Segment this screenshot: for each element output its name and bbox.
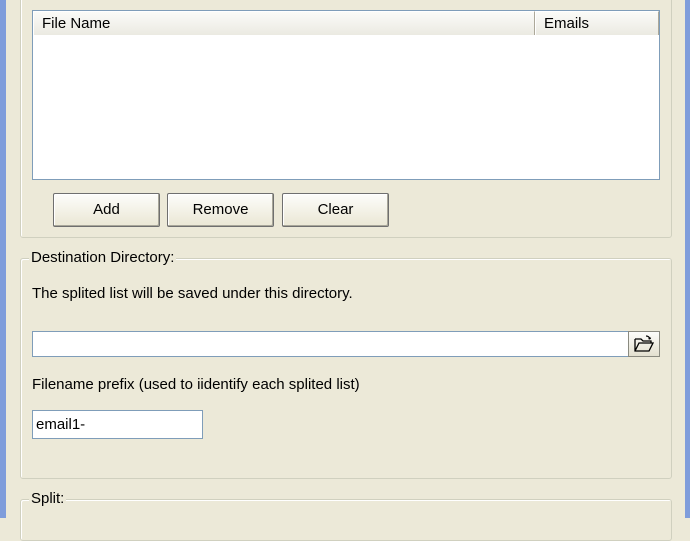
open-folder-icon [634,335,654,352]
split-group-title: Split: [29,490,67,507]
add-button[interactable]: Add [53,193,160,227]
destination-description: The splited list will be saved under thi… [32,285,353,302]
clear-button[interactable]: Clear [282,193,389,227]
file-list-header: File Name Emails [33,11,659,35]
browse-folder-button[interactable] [628,331,660,357]
destination-path-input[interactable] [32,331,629,357]
remove-button[interactable]: Remove [167,193,274,227]
split-group: Split: [20,490,672,541]
prefix-input[interactable] [32,410,203,439]
column-file-name[interactable]: File Name [33,11,535,35]
destination-group-title: Destination Directory: [29,249,177,266]
window-frame-left [0,0,6,518]
window-frame-right [685,0,690,518]
file-list[interactable]: File Name Emails [32,10,660,180]
column-emails[interactable]: Emails [535,11,659,35]
prefix-label: Filename prefix (used to iidentify each … [32,376,360,393]
